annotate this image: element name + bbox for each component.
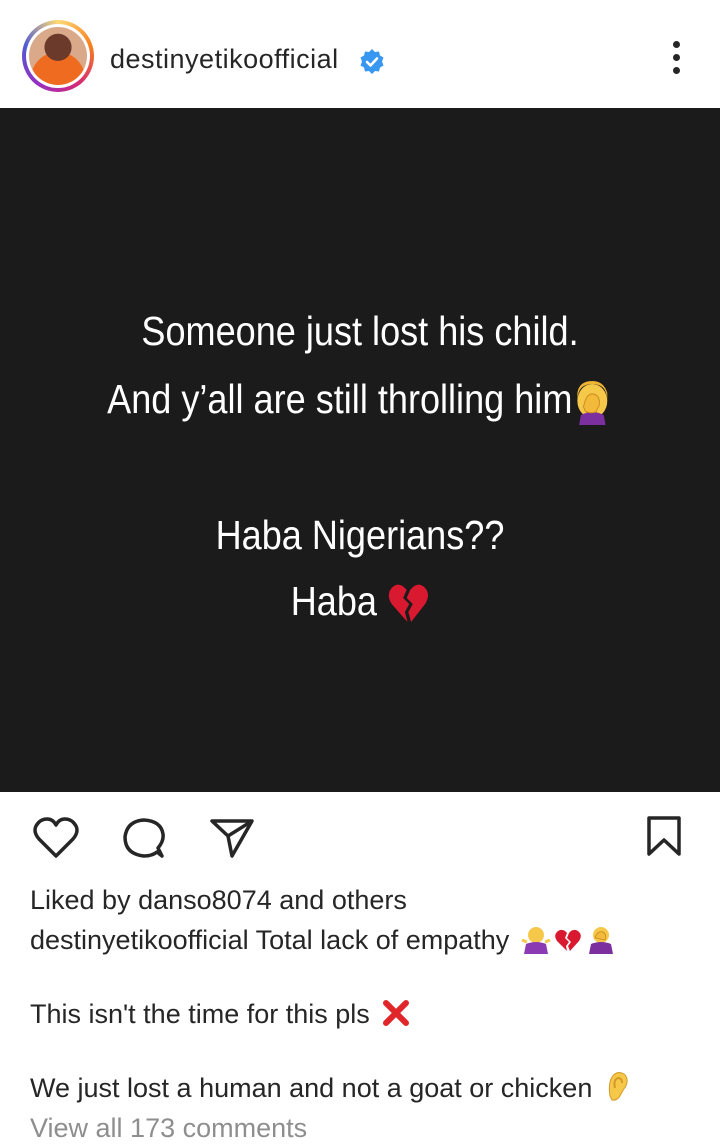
caption-line-2: This isn't the time for this pls — [30, 994, 700, 1034]
bookmark-icon[interactable] — [644, 814, 684, 860]
post-text-line-4-text: Haba — [290, 578, 377, 624]
likes-prefix: Liked by — [30, 885, 131, 915]
post-meta: Liked by danso8074 and others destinyeti… — [30, 880, 700, 1148]
post-text-line-3: Haba Nigerians?? — [215, 512, 505, 558]
more-options-icon[interactable] — [664, 38, 688, 78]
caption-text-2: This isn't the time for this pls — [30, 999, 370, 1029]
comment-icon[interactable] — [120, 816, 168, 862]
post-image[interactable]: Someone just lost his child. And y’all a… — [0, 108, 720, 792]
post-header: destinyetikoofficial — [0, 0, 720, 108]
verified-badge-icon — [360, 49, 384, 74]
caption-username[interactable]: destinyetikoofficial — [30, 925, 249, 955]
ear-emoji-icon — [608, 1072, 628, 1101]
caption-text-3: We just lost a human and not a goat or c… — [30, 1073, 593, 1103]
broken-heart-emoji-icon — [388, 584, 428, 623]
face-palm-emoji-icon — [577, 381, 608, 426]
view-comments-link[interactable]: View all 173 comments — [30, 1108, 700, 1148]
likes-line: Liked by danso8074 and others — [30, 880, 700, 920]
post-username[interactable]: destinyetikoofficial — [110, 44, 339, 75]
avatar[interactable] — [29, 27, 87, 85]
post-text-line-2-text: And y’all are still throlling him — [107, 376, 573, 422]
shrug-broken-heart-facepalm-emoji-icon — [521, 927, 613, 954]
caption-text-1: Total lack of empathy — [255, 925, 510, 955]
heart-icon[interactable] — [32, 816, 80, 860]
caption-line-3: We just lost a human and not a goat or c… — [30, 1068, 700, 1108]
likes-others-link[interactable]: others — [332, 885, 407, 915]
post-text-line-1: Someone just lost his child. — [141, 308, 579, 354]
caption-line-1: destinyetikoofficial Total lack of empat… — [30, 920, 700, 960]
send-icon[interactable] — [208, 816, 256, 860]
post-text-line-2: And y’all are still throlling him — [43, 376, 677, 426]
cross-mark-emoji-icon — [383, 1000, 410, 1026]
likes-user-link[interactable]: danso8074 — [138, 885, 272, 915]
likes-middle: and — [279, 885, 325, 915]
action-bar — [0, 792, 720, 882]
avatar-story-ring[interactable] — [22, 20, 94, 92]
post-text-line-4: Haba — [43, 578, 677, 626]
